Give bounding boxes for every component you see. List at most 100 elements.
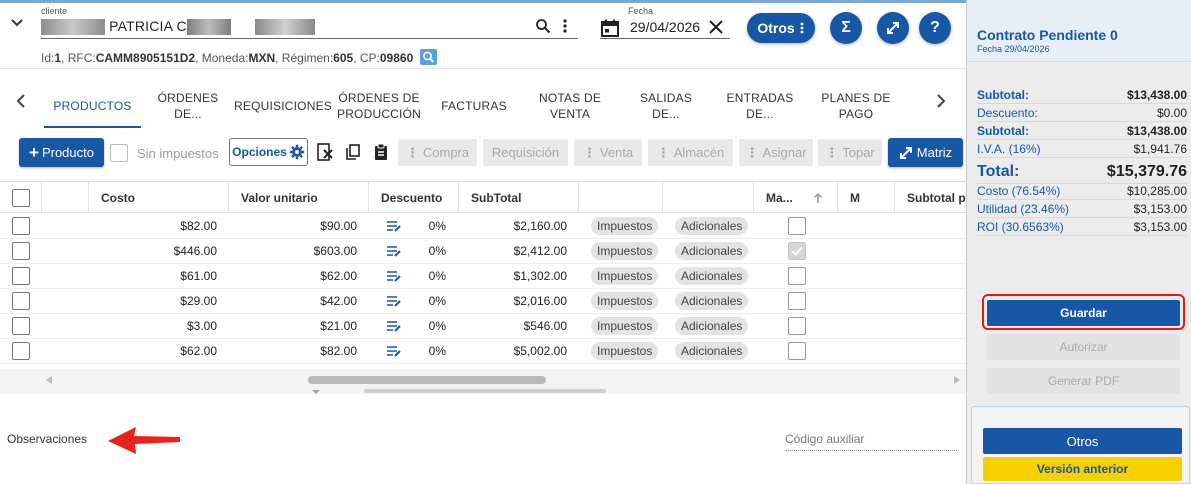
expand-button[interactable] bbox=[877, 12, 909, 44]
column-m[interactable]: M bbox=[838, 182, 895, 213]
ma-checkbox[interactable] bbox=[788, 217, 806, 235]
impuestos-tag[interactable]: Impuestos bbox=[591, 342, 659, 360]
column-subtotal-p[interactable]: Subtotal p bbox=[895, 182, 966, 213]
main-area: cliente PATRICIA C Id:1, RFC:CAMM8905151… bbox=[0, 0, 966, 484]
adicionales-tag[interactable]: Adicionales bbox=[675, 317, 749, 335]
more-vertical-icon[interactable] bbox=[560, 18, 570, 34]
chevron-down-icon[interactable] bbox=[10, 16, 24, 30]
calendar-icon[interactable] bbox=[600, 18, 620, 38]
otros-menu-button[interactable]: Otros bbox=[747, 13, 815, 43]
ma-checkbox[interactable] bbox=[788, 342, 806, 360]
client-info-search-icon[interactable] bbox=[419, 49, 437, 65]
row-select-checkbox[interactable] bbox=[12, 242, 30, 260]
table-row[interactable]: $61.00 $62.00 0% $1,302.00 Impuestos Adiciona… bbox=[0, 264, 966, 289]
chevron-right-icon[interactable] bbox=[934, 93, 948, 109]
total-value: $0.00 bbox=[1156, 105, 1187, 120]
table-row[interactable]: $3.00 $21.00 0% $546.00 Impuestos Adicionales bbox=[0, 314, 966, 339]
opciones-button[interactable]: Opciones bbox=[229, 138, 308, 166]
edit-discount-icon[interactable] bbox=[386, 319, 402, 333]
venta-button[interactable]: ⋮ Venta bbox=[574, 139, 642, 166]
tab-entradas[interactable]: ENTRADAS DE... bbox=[722, 86, 798, 126]
impuestos-tag[interactable]: Impuestos bbox=[591, 217, 659, 235]
generar-pdf-button[interactable]: Generar PDF bbox=[987, 368, 1180, 394]
sin-impuestos-checkbox[interactable] bbox=[110, 144, 128, 162]
edit-discount-icon[interactable] bbox=[386, 269, 402, 283]
close-icon[interactable] bbox=[707, 18, 725, 36]
guardar-button[interactable]: Guardar bbox=[987, 300, 1180, 326]
ma-checkbox[interactable] bbox=[788, 317, 806, 335]
table-row[interactable]: $446.00 $603.00 0% $2,412.00 Impuestos Adicio… bbox=[0, 239, 966, 264]
impuestos-tag[interactable]: Impuestos bbox=[591, 267, 659, 285]
impuestos-tag[interactable]: Impuestos bbox=[591, 317, 659, 335]
tab-salidas[interactable]: SALIDAS DE... bbox=[628, 86, 704, 126]
column-subtotal[interactable]: SubTotal bbox=[459, 182, 579, 213]
select-all-checkbox[interactable] bbox=[11, 188, 30, 207]
tab-planes-de-pago[interactable]: PLANES DE PAGO bbox=[818, 86, 894, 126]
date-field[interactable]: 29/04/2026 bbox=[630, 19, 700, 35]
edit-discount-icon[interactable] bbox=[386, 244, 402, 258]
adicionales-tag[interactable]: Adicionales bbox=[675, 292, 749, 310]
adicionales-tag[interactable]: Adicionales bbox=[675, 217, 749, 235]
table-row[interactable]: $29.00 $42.00 0% $2,016.00 Impuestos Adiciona… bbox=[0, 289, 966, 314]
table-row[interactable]: $82.00 $90.00 0% $2,160.00 Impuestos Adiciona… bbox=[0, 214, 966, 239]
tab-productos[interactable]: PRODUCTOS bbox=[44, 86, 141, 126]
codigo-auxiliar-field[interactable]: Código auxiliar bbox=[785, 432, 864, 446]
row-select-checkbox[interactable] bbox=[12, 342, 30, 360]
total-value: $1,941.76 bbox=[1133, 141, 1187, 156]
edit-discount-icon[interactable] bbox=[386, 344, 402, 358]
sort-up-icon[interactable] bbox=[813, 192, 823, 204]
adicionales-tag[interactable]: Adicionales bbox=[675, 267, 749, 285]
cell-descuento: 0% bbox=[428, 344, 446, 358]
horizontal-scrollbar-thumb[interactable] bbox=[308, 376, 546, 384]
column-ma[interactable]: Ma... bbox=[754, 182, 838, 213]
client-label: cliente bbox=[41, 6, 68, 16]
clipboard-icon[interactable] bbox=[371, 142, 391, 162]
tab-ordenes-produccion[interactable]: ÓRDENES DE PRODUCCIÓN bbox=[336, 86, 422, 126]
total-value: $3,153.00 bbox=[1133, 219, 1187, 234]
requisicion-button[interactable]: Requisición bbox=[483, 139, 568, 166]
secondary-scrollbar[interactable] bbox=[364, 389, 606, 393]
impuestos-tag[interactable]: Impuestos bbox=[591, 242, 659, 260]
edit-discount-icon[interactable] bbox=[386, 294, 402, 308]
topar-button[interactable]: ⋮ Topar bbox=[818, 139, 882, 166]
column-costo[interactable]: Costo bbox=[89, 182, 229, 213]
column-descuento[interactable]: Descuento bbox=[369, 182, 459, 213]
client-field[interactable]: PATRICIA C bbox=[41, 18, 315, 36]
tab-ordenes-de[interactable]: ÓRDENES DE... bbox=[150, 86, 226, 126]
cell-subtotal: $2,160.00 bbox=[513, 219, 567, 233]
row-select-checkbox[interactable] bbox=[12, 292, 30, 310]
edit-discount-icon[interactable] bbox=[386, 219, 402, 233]
asignar-button[interactable]: ⋮ Asignar bbox=[739, 139, 813, 166]
otros-side-button[interactable]: Otros bbox=[983, 428, 1182, 454]
adicionales-tag[interactable]: Adicionales bbox=[675, 342, 749, 360]
compra-button[interactable]: ⋮ Compra bbox=[398, 139, 477, 166]
impuestos-tag[interactable]: Impuestos bbox=[591, 292, 659, 310]
row-select-checkbox[interactable] bbox=[12, 217, 30, 235]
row-select-checkbox[interactable] bbox=[12, 267, 30, 285]
version-anterior-button[interactable]: Versión anterior bbox=[983, 457, 1182, 481]
tab-facturas[interactable]: FACTURAS bbox=[436, 86, 512, 126]
column-valor-unitario[interactable]: Valor unitario bbox=[229, 182, 369, 213]
copy-icon[interactable] bbox=[343, 142, 363, 162]
row-select-checkbox[interactable] bbox=[12, 317, 30, 335]
sigma-icon: Σ bbox=[841, 19, 851, 36]
adicionales-tag[interactable]: Adicionales bbox=[675, 242, 749, 260]
autorizar-button[interactable]: Autorizar bbox=[987, 334, 1180, 360]
matriz-button[interactable]: Matriz bbox=[888, 138, 963, 167]
almacen-button[interactable]: ⋮ Almacén bbox=[648, 139, 733, 166]
table-row[interactable]: $62.00 $82.00 0% $5,002.00 Impuestos Adiciona… bbox=[0, 339, 966, 364]
sum-button[interactable]: Σ bbox=[830, 12, 862, 44]
scroll-left-icon[interactable] bbox=[45, 375, 53, 385]
ma-checkbox[interactable] bbox=[788, 267, 806, 285]
tab-notas-de-venta[interactable]: NOTAS DE VENTA bbox=[530, 86, 610, 126]
help-button[interactable]: ? bbox=[919, 12, 951, 44]
scroll-right-icon[interactable] bbox=[953, 375, 961, 385]
add-producto-button[interactable]: + Producto bbox=[19, 138, 104, 167]
tab-requisiciones[interactable]: REQUISICIONES bbox=[234, 86, 332, 126]
ma-checkbox[interactable] bbox=[788, 292, 806, 310]
excel-export-icon[interactable] bbox=[315, 142, 335, 162]
chevron-left-icon[interactable] bbox=[14, 93, 28, 109]
red-arrow-annotation-icon bbox=[108, 427, 180, 454]
observaciones-label[interactable]: Observaciones bbox=[7, 432, 87, 446]
search-icon[interactable] bbox=[535, 18, 551, 34]
